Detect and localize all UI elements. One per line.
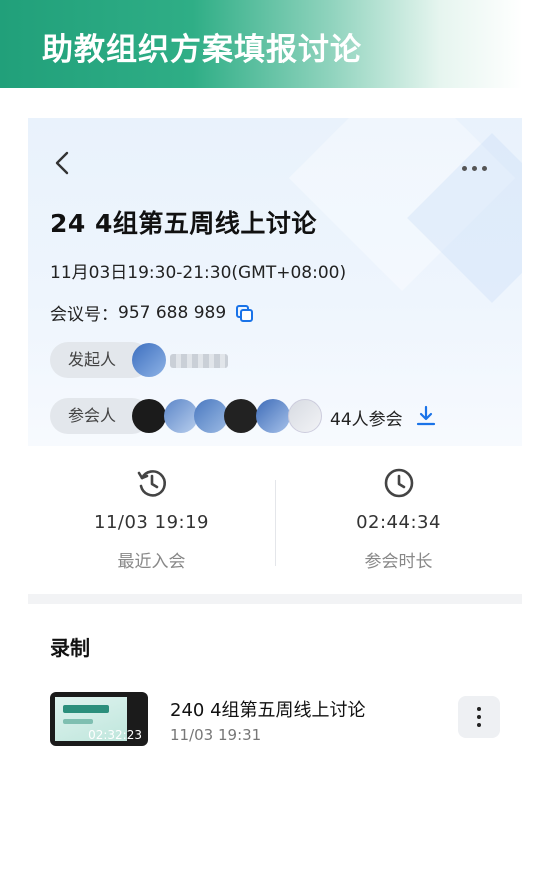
last-join-value: 11/03 19:19	[94, 512, 209, 533]
avatar[interactable]	[224, 399, 258, 433]
more-dots-icon[interactable]	[462, 156, 492, 171]
section-separator	[28, 594, 522, 604]
recording-item[interactable]: 02:32:23 240 4组第五周线上讨论 11/03 19:31	[48, 690, 502, 750]
meeting-header: 24 4组第五周线上讨论 11月03日19:30-21:30(GMT+08:00…	[28, 118, 522, 446]
meeting-id-label: 会议号：	[50, 305, 118, 325]
meeting-time: 11月03日19:30-21:30(GMT+08:00)	[50, 263, 347, 283]
duration-label: 参会时长	[364, 552, 433, 572]
back-arrow-icon[interactable]	[48, 148, 76, 178]
initiator-name-redacted	[170, 354, 228, 368]
duration-value: 02:44:34	[356, 512, 441, 533]
avatar[interactable]	[288, 399, 322, 433]
recording-title: 240 4组第五周线上讨论	[170, 700, 366, 721]
meeting-id-row: 会议号： 957 688 989	[50, 300, 254, 325]
avatar[interactable]	[194, 399, 228, 433]
clock-icon	[384, 468, 413, 498]
download-icon[interactable]	[415, 405, 437, 427]
history-icon	[137, 470, 166, 497]
last-join-label: 最近入会	[117, 552, 186, 572]
recording-more-button[interactable]	[458, 696, 500, 738]
avatar[interactable]	[132, 343, 166, 377]
top-banner: 助教组织方案填报讨论	[0, 0, 550, 88]
avatar[interactable]	[164, 399, 198, 433]
recording-thumbnail[interactable]: 02:32:23	[50, 692, 148, 746]
recording-date: 11/03 19:31	[170, 726, 262, 744]
meeting-title: 24 4组第五周线上讨论	[50, 209, 317, 238]
recording-duration: 02:32:23	[88, 728, 142, 742]
copy-icon[interactable]	[234, 303, 254, 323]
meeting-id-value: 957 688 989	[118, 302, 227, 323]
last-join-stat: 11/03 19:19 最近入会	[28, 458, 275, 572]
duration-stat: 02:44:34 参会时长	[275, 458, 522, 572]
meeting-stats: 11/03 19:19 最近入会 02:44:34 参会时长	[28, 458, 522, 598]
avatar[interactable]	[256, 399, 290, 433]
recording-section-title: 录制	[50, 636, 90, 660]
avatar[interactable]	[132, 399, 166, 433]
banner-title: 助教组织方案填报讨论	[42, 32, 362, 68]
meeting-detail-card: 24 4组第五周线上讨论 11月03日19:30-21:30(GMT+08:00…	[28, 118, 522, 758]
attendee-count[interactable]: 44人参会	[330, 405, 403, 430]
